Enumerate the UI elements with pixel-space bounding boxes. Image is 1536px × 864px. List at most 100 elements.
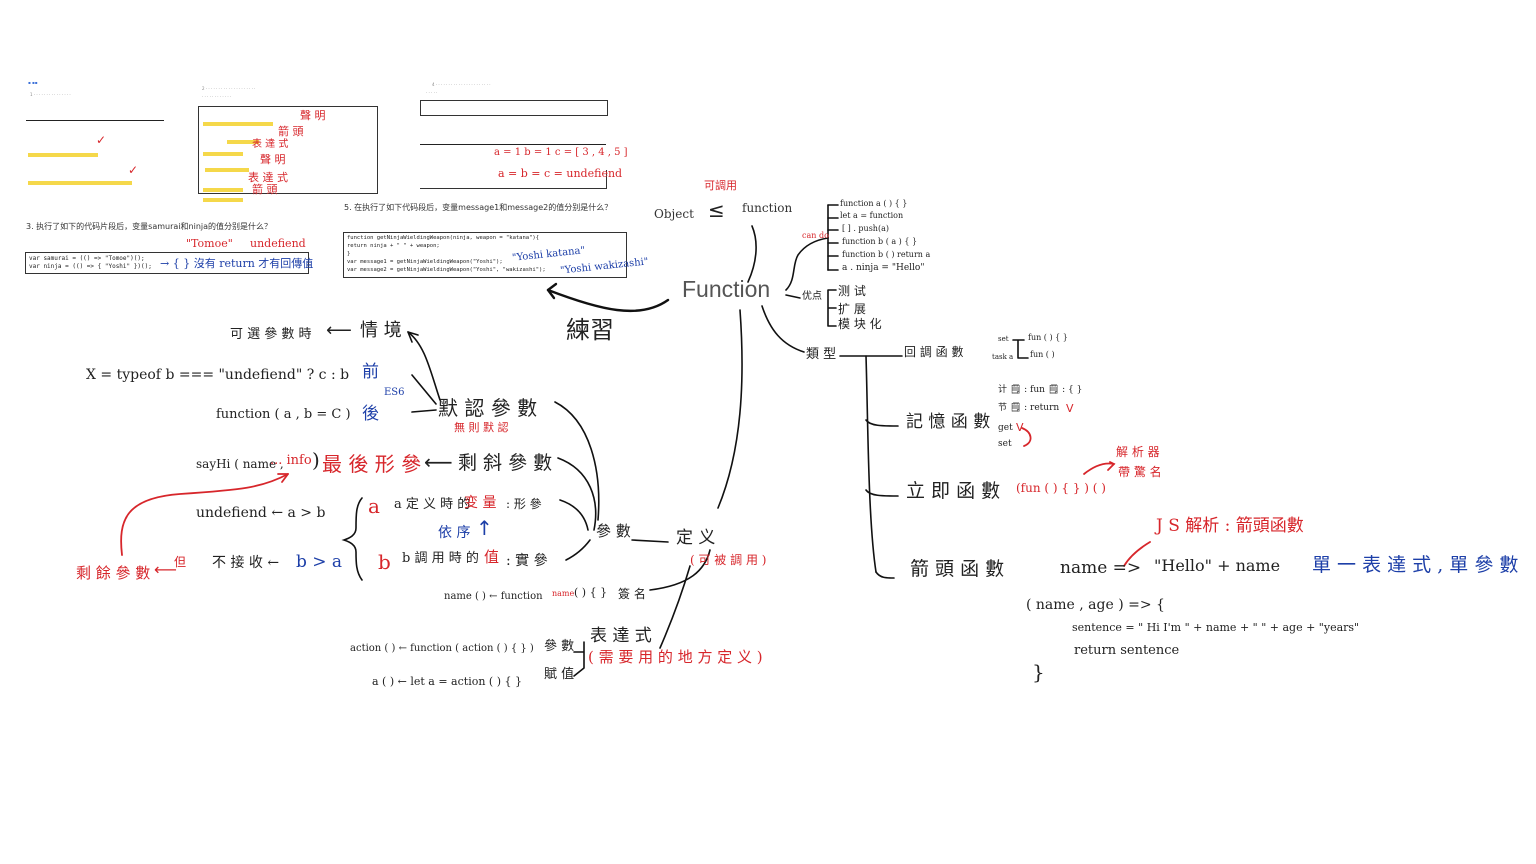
expression-row-1-label: 參 數: [544, 639, 575, 654]
q2-label-1: 聲 明: [300, 109, 326, 122]
q3-title: 3. 执行了如下的代码片段后，变量samurai和ninja的值分别是什么？: [26, 222, 273, 231]
exercise-thumbnail-4: 4 · · · · · · · · · · · · · · · · · · · …: [420, 80, 628, 190]
q5-code-4: var message1 = getNinjaWieldingWeapon("Y…: [347, 259, 503, 265]
param-b-val: 值: [484, 548, 500, 566]
advantage-test: 测 试: [838, 284, 866, 298]
definition-label: 定 义: [676, 528, 716, 548]
rest-info: ... info: [270, 453, 312, 468]
arrow-hello: "Hello" + name: [1154, 556, 1281, 575]
definition-note: ( 可 被 調 用 ): [690, 553, 767, 567]
q2-label-5: 表 達 式: [248, 171, 288, 184]
expression-row-2-label: 賦 值: [544, 667, 575, 682]
memo-check-2: V: [1016, 421, 1024, 434]
naming-code: name ( ) ← function: [444, 591, 543, 602]
expression-row-2: a ( ) ← let a = action ( ) { }: [372, 675, 522, 688]
es6-note: ES6: [384, 387, 405, 398]
function-label: function: [742, 201, 793, 215]
naming-rest: ( ) { }: [574, 586, 608, 599]
param-b-line: b 調 用 時 的: [402, 551, 479, 566]
iife-label: 立 即 函 數: [906, 480, 1001, 502]
central-node: Function: [682, 276, 771, 302]
sayhi-close: ): [312, 448, 320, 472]
arrow-code-3: return sentence: [1074, 643, 1180, 658]
can-do-item-4: function b ( a ) { }: [842, 237, 918, 246]
advantage-extend: 扩 展: [838, 302, 866, 316]
no-default-note: 無 則 默 認: [454, 421, 509, 434]
q2-label-3: 表 達 式: [252, 139, 289, 150]
rest-params-note: 剩 餘 參 數: [76, 564, 151, 582]
callback-fn-2: fun ( ): [1030, 350, 1055, 359]
can-do-item-2: let a = function: [840, 211, 904, 220]
params-label: 參 數: [596, 522, 631, 540]
callback-set: set: [998, 335, 1009, 343]
b-gt-a: b > a: [296, 552, 343, 572]
param-a-line: a 定 义 時 的: [394, 497, 471, 512]
q3-code-1: var samurai = (() => "Tomoe")();: [29, 255, 145, 262]
no-receive: 不 接 收 ←: [212, 555, 280, 571]
q3-note: → { } 沒有 return 才有回傳值: [160, 257, 314, 270]
callback-label: 回 調 函 數: [904, 345, 964, 359]
q2-label-4: 聲 明: [260, 153, 286, 166]
advantages-label: 优点: [802, 291, 822, 302]
arrow-expr: name =>: [1060, 558, 1142, 578]
arrow-code-4: }: [1032, 660, 1045, 684]
default-label: 默 認 參 數: [438, 396, 538, 420]
can-do-item-6: a . ninja = "Hello": [842, 263, 925, 273]
leq-symbol: ≤: [708, 198, 725, 222]
last-param-note: 最 後 形 參: [322, 452, 422, 476]
memo-line-2: 节 🗒 : return: [998, 403, 1060, 413]
callback-fn-1: fun ( ) { }: [1028, 333, 1068, 342]
memo-function-label: 記 憶 函 數: [906, 412, 991, 432]
expression-row-1: action ( ) ← function ( action ( ) { } ): [350, 643, 534, 654]
memo-check-1: V: [1066, 402, 1074, 415]
can-do-item-1: function a ( ) { }: [840, 199, 908, 208]
param-a-end: : 形 參: [506, 497, 542, 511]
can-do-label: can do: [802, 231, 829, 240]
optional-params: 可 選 參 數 時: [230, 327, 312, 342]
memo-line-1: 计 🗒 : fun 🗒 : { }: [998, 385, 1083, 395]
but-arrow: ⟵: [154, 560, 177, 579]
arrow-code-2: sentence = " Hi I'm " + name + " " + age…: [1072, 621, 1360, 634]
memo-get: get: [998, 423, 1013, 433]
naming-name: name: [552, 589, 575, 598]
single-expr-note: 單 一 表 達 式 , 單 參 數: [1312, 554, 1519, 576]
order-arrow: ↑: [476, 516, 493, 540]
arrow-function-label: 箭 頭 函 數: [910, 558, 1005, 580]
arrow-code-1: ( name , age ) => {: [1026, 597, 1165, 613]
iife-note-2: 帶 驚 名: [1118, 465, 1162, 479]
practice-label: 練習: [566, 316, 614, 344]
rest-arrow: ⟵: [424, 450, 453, 474]
callback-task: task a: [992, 353, 1014, 361]
callable-note: 可調用: [704, 179, 737, 192]
js-parse-note: J S 解析 : 箭頭函數: [1156, 516, 1304, 536]
q4-answer-1: a = 1 b = 1 c = [ 3 , 4 , 5 ]: [494, 147, 628, 158]
expression-note: ( 需 要 用 的 地 方 定 义 ): [588, 648, 763, 666]
exercise-thumbnail-2: 2 · · · · · · · · · · · · · · · · · · · …: [196, 84, 378, 202]
q3-answer-1: "Tomoe": [186, 237, 233, 250]
undefined-compare: undefiend ← a > b: [196, 505, 326, 521]
ternary-code: X = typeof b === "undefiend" ? c : b: [86, 367, 350, 383]
expression-label: 表 達 式: [590, 626, 652, 646]
default-fn-code: function ( a , b = C ): [216, 407, 351, 422]
q3-answer-2: undefiend: [250, 237, 306, 250]
optional-arrow: ⟵: [326, 320, 352, 341]
types-label: 類 型: [806, 347, 837, 362]
advantage-modular: 模 块 化: [838, 317, 882, 331]
before-label: 前: [362, 362, 379, 382]
q5-title: 5. 在执行了如下代码段后，变量message1和message2的值分别是什么…: [344, 203, 613, 212]
can-do-item-5: function b ( ) return a: [842, 250, 931, 259]
q4-answer-2: a = b = c = undefiend: [498, 167, 623, 180]
rest-label: 剩 斜 參 數: [458, 452, 553, 474]
signature-label: 簽 名: [618, 587, 646, 601]
param-a-var: 变 量: [464, 495, 497, 511]
q3-code-2: var ninja = (() => { "Yoshi" })();: [29, 263, 152, 270]
iife-code: (fun ( ) { } ) ( ): [1016, 481, 1106, 495]
object-label: Object: [654, 207, 694, 221]
q2-label-2: 箭 頭: [278, 125, 304, 138]
q2-label-6: 箭 頭: [252, 183, 278, 196]
after-label: 後: [362, 404, 379, 424]
param-b-end: : 實 參: [506, 553, 548, 569]
order-note: 依 序: [438, 525, 471, 541]
q5-code-3: }: [347, 251, 351, 257]
memo-set: set: [998, 439, 1012, 449]
